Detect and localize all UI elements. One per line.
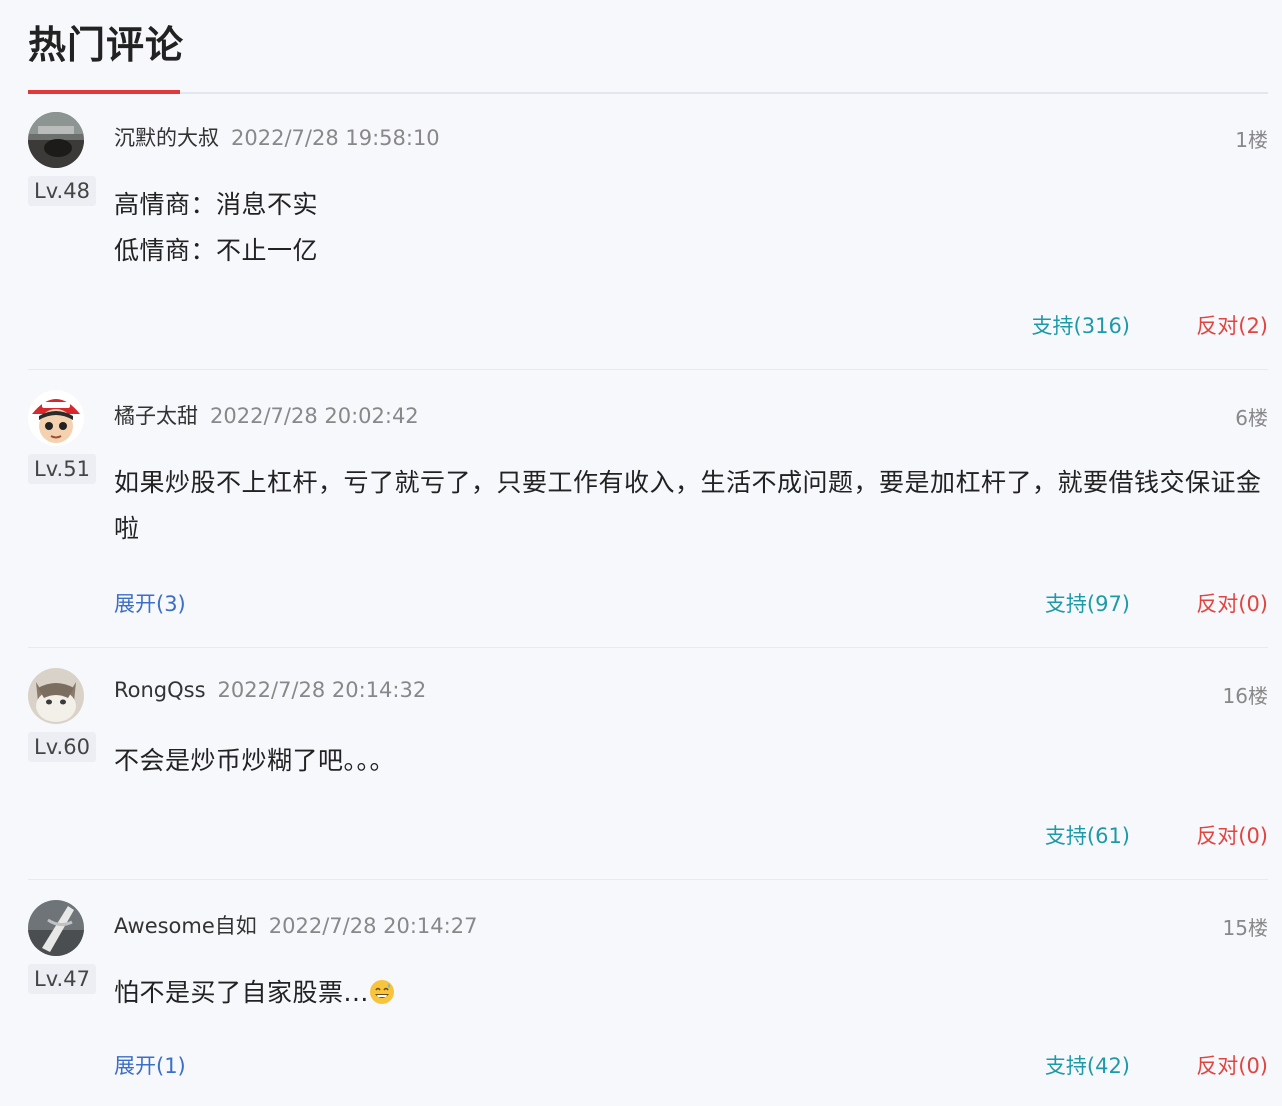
title-accent-bar (28, 90, 180, 94)
support-button[interactable]: 支持(61) (1045, 820, 1130, 850)
title-divider (28, 92, 1268, 94)
comment-time: 2022/7/28 20:14:27 (268, 914, 478, 938)
comment-content: 高情商：消息不实 低情商：不止一亿 (114, 182, 1268, 274)
floor-number: 15楼 (1222, 916, 1268, 940)
oppose-button[interactable]: 反对(0) (1196, 588, 1268, 618)
oppose-button[interactable]: 反对(0) (1196, 1050, 1268, 1080)
comment-meta: 沉默的大叔 2022/7/28 19:58:10 (114, 122, 440, 152)
comment-line: 怕不是买了自家股票... (114, 970, 1268, 1020)
support-button[interactable]: 支持(97) (1045, 588, 1130, 618)
user-level-badge: Lv.51 (28, 454, 96, 484)
floor-number: 16楼 (1222, 684, 1268, 708)
section-title: 热门评论 (28, 23, 185, 67)
floor-number: 6楼 (1235, 406, 1268, 430)
comment-time: 2022/7/28 20:14:32 (217, 678, 427, 702)
comment-content: 如果炒股不上杠杆，亏了就亏了，只要工作有收入，生活不成问题，要是加杠杆了，就要借… (114, 460, 1268, 552)
expand-replies-button[interactable]: 展开(3) (114, 588, 186, 618)
comment-line: 高情商：消息不实 (114, 190, 319, 219)
username[interactable]: RongQss (114, 678, 206, 702)
support-button[interactable]: 支持(316) (1032, 310, 1130, 340)
comment-divider (28, 647, 1268, 648)
hot-comments-page: 热门评论 Lv.48 沉默的大叔 2022/7/28 19:58:10 1楼 高情… (0, 0, 1282, 1106)
avatar-image-icon (28, 900, 84, 956)
comment-meta: 橘子太甜 2022/7/28 20:02:42 (114, 400, 419, 430)
comment-line: 不会是炒币炒糊了吧。。。 (114, 746, 396, 775)
comment-item: Lv.51 橘子太甜 2022/7/28 20:02:42 6楼 如果炒股不上杠杆… (0, 390, 1282, 646)
comment-item: Lv.60 RongQss 2022/7/28 20:14:32 16楼 不会是炒… (0, 668, 1282, 878)
expand-replies-button[interactable]: 展开(1) (114, 1050, 186, 1080)
username[interactable]: 沉默的大叔 (114, 126, 219, 150)
user-avatar[interactable] (28, 112, 84, 168)
user-level-badge: Lv.60 (28, 732, 96, 762)
comment-meta: RongQss 2022/7/28 20:14:32 (114, 678, 426, 702)
comment-time: 2022/7/28 20:02:42 (210, 404, 419, 428)
user-level-badge: Lv.48 (28, 176, 96, 206)
comment-content: 怕不是买了自家股票... (114, 970, 1268, 1020)
comment-divider (28, 369, 1268, 370)
user-avatar[interactable] (28, 900, 84, 956)
user-avatar[interactable] (28, 390, 84, 446)
oppose-button[interactable]: 反对(2) (1196, 310, 1268, 340)
oppose-button[interactable]: 反对(0) (1196, 820, 1268, 850)
comment-time: 2022/7/28 19:58:10 (231, 126, 440, 150)
comment-line: 低情商：不止一亿 (114, 236, 319, 265)
comment-item: Lv.47 Awesome自如 2022/7/28 20:14:27 15楼 怕不… (0, 900, 1282, 1100)
support-button[interactable]: 支持(42) (1045, 1050, 1130, 1080)
user-avatar[interactable] (28, 668, 84, 724)
comment-line: 如果炒股不上杠杆，亏了就亏了，只要工作有收入，生活不成问题，要是加杠杆了，就要借… (114, 468, 1262, 543)
avatar-image-icon (28, 390, 84, 446)
username[interactable]: Awesome自如 (114, 914, 257, 938)
floor-number: 1楼 (1235, 128, 1268, 152)
username[interactable]: 橘子太甜 (114, 404, 198, 428)
user-level-badge: Lv.47 (28, 964, 96, 994)
avatar-image-icon (28, 112, 84, 168)
avatar-image-icon (28, 668, 84, 724)
comment-divider (28, 879, 1268, 880)
comment-meta: Awesome自如 2022/7/28 20:14:27 (114, 910, 477, 940)
grinning-sweat-emoji-icon (369, 974, 395, 1020)
comment-item: Lv.48 沉默的大叔 2022/7/28 19:58:10 1楼 高情商：消息不… (0, 112, 1282, 368)
comment-content: 不会是炒币炒糊了吧。。。 (114, 738, 1268, 784)
comment-text: 怕不是买了自家股票... (114, 978, 369, 1007)
